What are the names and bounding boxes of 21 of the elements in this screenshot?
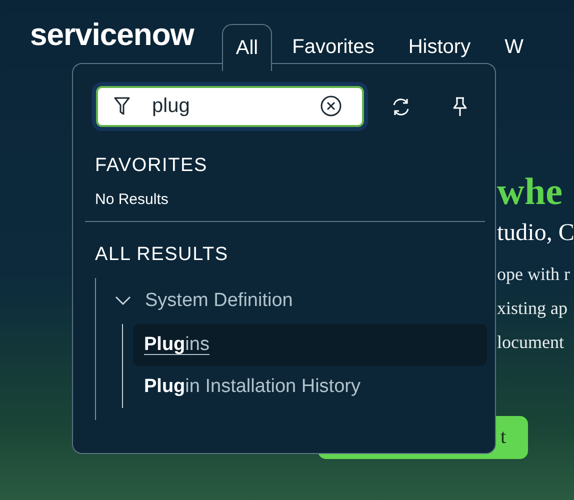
page-text: xisting ap [497,297,568,320]
clear-icon[interactable] [320,95,342,117]
page-subheading: tudio, C [497,220,574,247]
section-title: ALL RESULTS [95,244,230,266]
menu-item[interactable]: Plugin Installation History [133,366,487,408]
logo[interactable]: servicenow [30,17,194,53]
nav-tab[interactable]: W [490,23,538,70]
section-title: FAVORITES [95,155,208,177]
nav-tab[interactable]: All [222,24,272,71]
pin-icon[interactable] [452,96,468,118]
page-heading: whe [497,170,564,214]
page-text: ope with r [497,263,571,286]
page-text: locument [497,331,565,354]
tree-group[interactable]: System Definition [96,288,293,314]
nav-tab[interactable]: Favorites [278,23,388,70]
chevron-down-icon [115,296,131,306]
empty-message: No Results [95,191,170,208]
nav-tab[interactable]: History [394,23,485,70]
menu-item[interactable]: Plugins [133,324,487,366]
search-field[interactable]: plug [96,86,364,127]
filter-icon [114,96,130,116]
